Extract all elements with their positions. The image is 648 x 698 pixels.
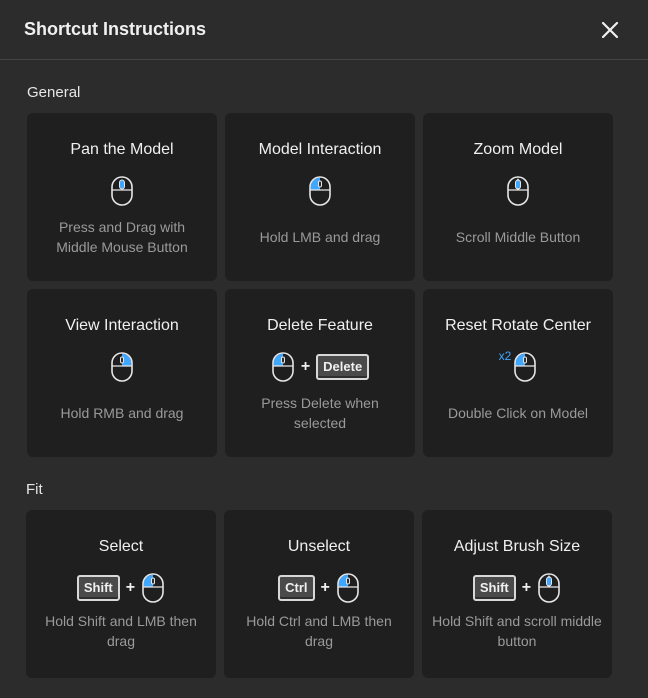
card-view-interaction: View Interaction Hold RMB and drag [27, 289, 217, 457]
close-icon [601, 21, 619, 39]
card-select: Select Shift + Hold Shift and LMB then d… [26, 510, 216, 678]
card-icons: Shift + [422, 570, 612, 606]
card-title: Zoom Model [473, 141, 563, 158]
card-title: Adjust Brush Size [453, 538, 581, 555]
card-reset-rotate-center: Reset Rotate Center x2 Double Click on M… [423, 289, 613, 457]
card-unselect: Unselect Ctrl + Hold Ctrl and LMB then d… [224, 510, 414, 678]
card-title: Pan the Model [70, 141, 174, 158]
plus-sign: + [320, 579, 330, 596]
close-button[interactable] [596, 16, 624, 44]
card-title: Reset Rotate Center [445, 317, 591, 334]
dialog-title: Shortcut Instructions [24, 19, 207, 39]
card-title: View Interaction [65, 317, 179, 334]
mouse-left-button-icon [514, 352, 537, 382]
mouse-left-button-icon [309, 176, 331, 206]
double-click-badge: x2 [498, 349, 512, 363]
mouse-scroll-icon [507, 176, 529, 206]
card-description: Hold Shift and LMB then drag [45, 613, 197, 649]
mouse-left-button-icon [272, 352, 294, 382]
section-general-label: General [27, 84, 81, 101]
card-description: Hold LMB and drag [259, 229, 381, 245]
card-icons: x2 [423, 349, 613, 385]
card-model-interaction: Model Interaction Hold LMB and drag [225, 113, 415, 281]
card-description: Press Delete when selected [261, 395, 379, 431]
card-icons [423, 173, 613, 209]
dialog-header: Shortcut Instructions [0, 0, 648, 60]
shift-key-icon: Shift [472, 575, 516, 601]
card-icons: Shift + [26, 570, 216, 606]
mouse-left-button-icon [337, 573, 359, 603]
card-icons: Ctrl + [224, 570, 414, 606]
delete-key-icon: Delete [316, 354, 370, 380]
card-zoom-model: Zoom Model Scroll Middle Button [423, 113, 613, 281]
mouse-right-button-icon [111, 352, 133, 382]
card-icons: + Delete [225, 349, 415, 385]
shortcut-dialog: Shortcut Instructions General Pan the Mo… [0, 0, 648, 698]
card-icons [27, 349, 217, 385]
shift-key-icon: Shift [76, 575, 120, 601]
card-description: Press and Drag with Middle Mouse Button [56, 219, 188, 255]
card-delete-feature: Delete Feature + Delete Press Delete whe… [225, 289, 415, 457]
ctrl-key-icon: Ctrl [278, 575, 315, 601]
section-fit-label: Fit [26, 481, 43, 498]
card-title: Delete Feature [267, 317, 373, 334]
card-title: Select [98, 538, 144, 555]
card-title: Model Interaction [258, 141, 382, 158]
card-adjust-brush-size: Adjust Brush Size Shift + Hold Shift and… [422, 510, 612, 678]
card-description: Scroll Middle Button [455, 229, 581, 245]
card-icons [225, 173, 415, 209]
card-description: Hold RMB and drag [60, 405, 184, 421]
mouse-left-button-icon [142, 573, 164, 603]
mouse-scroll-icon [538, 573, 560, 603]
card-title: Unselect [287, 538, 351, 555]
plus-sign: + [521, 579, 532, 596]
card-description: Hold Ctrl and LMB then drag [246, 613, 392, 649]
card-icons [27, 173, 217, 209]
card-description: Hold Shift and scroll middle button [432, 613, 602, 649]
mouse-middle-button-icon [111, 176, 133, 206]
card-description: Double Click on Model [447, 405, 589, 421]
plus-sign: + [300, 358, 311, 375]
card-pan-model: Pan the Model Press and Drag with Middle… [27, 113, 217, 281]
plus-sign: + [125, 579, 136, 596]
